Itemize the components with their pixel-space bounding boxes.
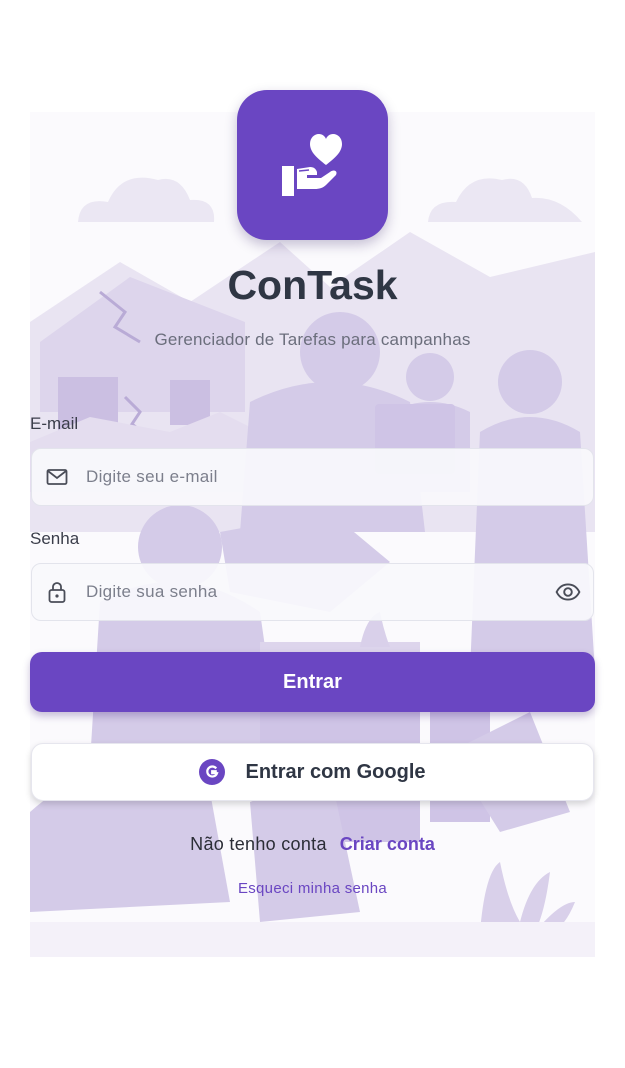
login-screen: ConTask Gerenciador de Tarefas para camp… (0, 0, 625, 1068)
forgot-password-link[interactable]: Esqueci minha senha (0, 880, 625, 897)
signup-row: Não tenho conta Criar conta (0, 834, 625, 855)
no-account-text: Não tenho conta (190, 834, 327, 854)
password-input[interactable] (82, 564, 543, 620)
email-input[interactable] (82, 449, 593, 505)
login-button[interactable]: Entrar (30, 652, 595, 712)
google-login-label: Entrar com Google (245, 760, 426, 783)
eye-icon[interactable] (543, 564, 593, 620)
app-title: ConTask (227, 262, 398, 308)
google-login-button[interactable]: Entrar com Google (31, 743, 594, 801)
app-subtitle: Gerenciador de Tarefas para campanhas (154, 330, 471, 349)
google-icon (199, 759, 226, 785)
password-label: Senha (30, 529, 80, 548)
create-account-link[interactable]: Criar conta (340, 834, 435, 854)
email-field-container (31, 448, 594, 506)
mail-icon (32, 449, 82, 505)
lock-icon (32, 564, 82, 620)
app-logo (237, 90, 388, 240)
heart-in-hand-icon (281, 134, 342, 196)
email-label: E-mail (30, 414, 79, 433)
password-field-container (31, 563, 594, 621)
